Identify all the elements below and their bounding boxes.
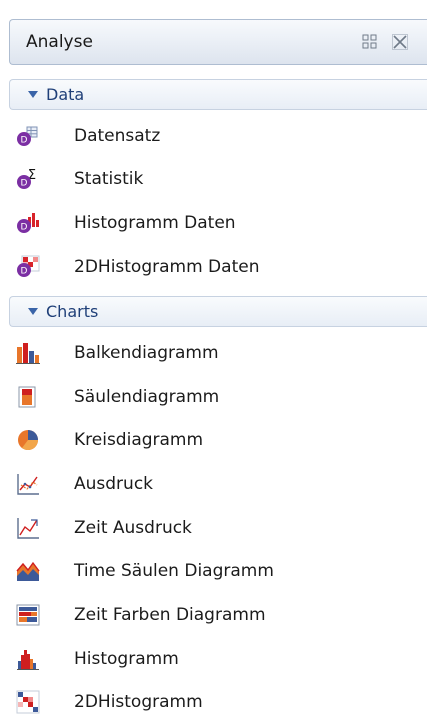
- histogram-icon: [16, 647, 40, 671]
- item-label: Zeit Farben Diagramm: [74, 605, 266, 625]
- item-label: Datensatz: [74, 126, 161, 146]
- expand-triangle-icon[interactable]: [28, 308, 38, 315]
- expand-triangle-icon[interactable]: [28, 91, 38, 98]
- item-label: 2DHistogramm: [74, 692, 203, 712]
- dataset-icon: D: [16, 124, 40, 148]
- panel-title: Analyse: [26, 32, 93, 52]
- item-label: Histogramm: [74, 649, 179, 669]
- histogram-data-icon: D: [16, 211, 40, 235]
- item-label: Säulendiagramm: [74, 387, 220, 407]
- section-header-data[interactable]: Data: [9, 79, 427, 110]
- item-label: Statistik: [74, 169, 144, 189]
- section-label: Data: [46, 85, 85, 104]
- section-header-charts[interactable]: Charts: [9, 296, 427, 327]
- list-item-balkendiagramm[interactable]: Balkendiagramm: [0, 336, 427, 376]
- svg-text:D: D: [21, 267, 28, 277]
- panel-header: Analyse: [9, 19, 427, 65]
- item-label: Zeit Ausdruck: [74, 518, 192, 538]
- list-item-datensatz[interactable]: D Datensatz: [0, 119, 427, 159]
- item-label: Kreisdiagramm: [74, 430, 204, 450]
- 2d-histogram-icon: [16, 690, 40, 714]
- list-item-histogramm-daten[interactable]: D Histogramm Daten: [0, 206, 427, 246]
- list-item-saeulendiagramm[interactable]: Säulendiagramm: [0, 380, 427, 420]
- maximize-icon[interactable]: [361, 33, 379, 51]
- close-icon[interactable]: [391, 33, 409, 51]
- time-plot-icon: [16, 516, 40, 540]
- list-item-statistik[interactable]: Σ D Statistik: [0, 162, 427, 202]
- svg-text:D: D: [21, 136, 28, 146]
- svg-text:D: D: [21, 179, 28, 189]
- item-label: Histogramm Daten: [74, 213, 236, 233]
- plot-icon: [16, 472, 40, 496]
- list-item-histogramm[interactable]: Histogramm: [0, 642, 427, 682]
- list-item-zeit-farben-diagramm[interactable]: Zeit Farben Diagramm: [0, 598, 427, 638]
- analyse-panel: Analyse Data D Datensatz Σ D Statistik D…: [0, 0, 427, 723]
- statistics-icon: Σ D: [16, 167, 40, 191]
- bar-chart-icon: [16, 341, 40, 365]
- time-column-chart-icon: [16, 559, 40, 583]
- section-label: Charts: [46, 302, 99, 321]
- item-label: Time Säulen Diagramm: [74, 561, 274, 581]
- 2d-histogram-data-icon: D: [16, 255, 40, 279]
- pie-chart-icon: [16, 428, 40, 452]
- svg-text:D: D: [21, 223, 28, 233]
- item-label: 2DHistogramm Daten: [74, 257, 260, 277]
- list-item-kreisdiagramm[interactable]: Kreisdiagramm: [0, 423, 427, 463]
- list-item-2dhistogramm-daten[interactable]: D 2DHistogramm Daten: [0, 250, 427, 290]
- list-item-ausdruck[interactable]: Ausdruck: [0, 467, 427, 507]
- time-color-chart-icon: [16, 603, 40, 627]
- item-label: Ausdruck: [74, 474, 154, 494]
- list-item-2dhistogramm[interactable]: 2DHistogramm: [0, 685, 427, 725]
- list-item-time-saeulen-diagramm[interactable]: Time Säulen Diagramm: [0, 554, 427, 594]
- column-chart-icon: [16, 385, 40, 409]
- list-item-zeit-ausdruck[interactable]: Zeit Ausdruck: [0, 511, 427, 551]
- item-label: Balkendiagramm: [74, 343, 219, 363]
